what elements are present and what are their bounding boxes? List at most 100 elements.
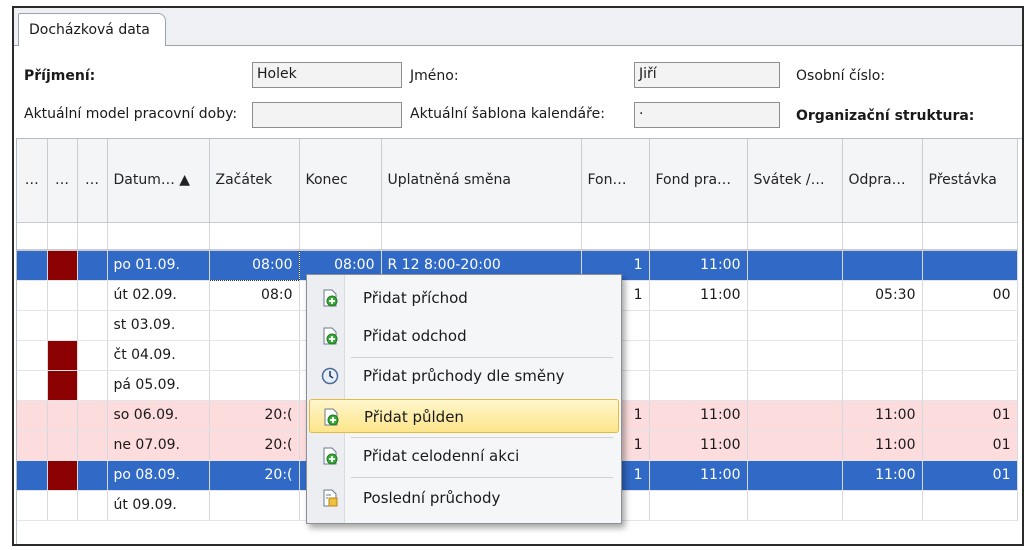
flag-cell[interactable] [77, 280, 108, 311]
column-header[interactable]: Datum… ▲ [107, 139, 210, 223]
fund-hours-cell[interactable] [649, 490, 748, 521]
menu-item[interactable]: Přidat průchody dle směny [309, 359, 619, 393]
flag-cell[interactable] [77, 430, 108, 461]
date-cell[interactable]: ne 07.09. [107, 430, 210, 461]
start-cell[interactable]: 08:0 [209, 280, 300, 311]
fund-hours-cell[interactable]: 11:00 [649, 400, 748, 431]
date-cell[interactable]: po 01.09. [107, 250, 210, 281]
marker-cell[interactable] [47, 430, 78, 461]
firstname-field[interactable]: Jiří [634, 62, 780, 88]
worked-cell[interactable] [842, 490, 923, 521]
marker-cell[interactable] [47, 310, 78, 341]
fund-hours-cell[interactable] [649, 370, 748, 401]
calendar-template-field[interactable]: · [634, 102, 780, 128]
flag-cell[interactable] [77, 340, 108, 371]
filter-cell[interactable] [747, 222, 843, 251]
worked-cell[interactable] [842, 370, 923, 401]
start-cell[interactable] [209, 370, 300, 401]
date-cell[interactable]: pá 05.09. [107, 370, 210, 401]
marker-cell[interactable] [47, 370, 78, 401]
state-cell[interactable] [17, 490, 48, 521]
date-cell[interactable]: po 08.09. [107, 460, 210, 491]
start-cell[interactable] [209, 340, 300, 371]
holiday-cell[interactable] [747, 310, 843, 341]
flag-cell[interactable] [77, 490, 108, 521]
filter-cell[interactable] [842, 222, 923, 251]
column-header[interactable]: Fond pra… [649, 139, 748, 223]
work-model-field[interactable] [252, 102, 402, 128]
worked-cell[interactable] [842, 340, 923, 371]
pause-cell[interactable] [922, 340, 1018, 371]
pause-cell[interactable]: 01 [922, 430, 1018, 461]
column-header[interactable]: Svátek /… [747, 139, 843, 223]
holiday-cell[interactable] [747, 400, 843, 431]
pause-cell[interactable] [922, 370, 1018, 401]
column-header[interactable]: Fon… [581, 139, 650, 223]
column-header[interactable]: … [17, 139, 48, 223]
column-header[interactable]: Konec [299, 139, 382, 223]
start-cell[interactable] [209, 490, 300, 521]
filter-cell[interactable] [649, 222, 748, 251]
pause-cell[interactable]: 01 [922, 460, 1018, 491]
holiday-cell[interactable] [747, 250, 843, 281]
flag-cell[interactable] [77, 250, 108, 281]
flag-cell[interactable] [77, 370, 108, 401]
filter-cell[interactable] [922, 222, 1018, 251]
menu-item[interactable]: Přidat odchod [309, 319, 619, 353]
filter-cell[interactable] [107, 222, 210, 251]
filter-row[interactable] [17, 222, 1018, 251]
worked-cell[interactable] [842, 310, 923, 341]
worked-cell[interactable]: 11:00 [842, 430, 923, 461]
filter-cell[interactable] [17, 222, 48, 251]
filter-cell[interactable] [381, 222, 582, 251]
column-header[interactable]: … [47, 139, 78, 223]
fund-hours-cell[interactable]: 11:00 [649, 460, 748, 491]
surname-field[interactable]: Holek [252, 62, 402, 88]
marker-cell[interactable] [47, 400, 78, 431]
column-header[interactable]: Uplatněná směna [381, 139, 582, 223]
state-cell[interactable] [17, 250, 48, 281]
holiday-cell[interactable] [747, 430, 843, 461]
fund-hours-cell[interactable]: 11:00 [649, 430, 748, 461]
state-cell[interactable] [17, 370, 48, 401]
pause-cell[interactable]: 00 [922, 280, 1018, 311]
start-cell[interactable]: 08:00 [208, 249, 300, 281]
menu-item[interactable]: Přidat příchod [309, 281, 619, 315]
holiday-cell[interactable] [747, 340, 843, 371]
start-cell[interactable]: 20:( [209, 400, 300, 431]
filter-cell[interactable] [47, 222, 78, 251]
tab-attendance-data[interactable]: Docházková data [18, 13, 166, 47]
holiday-cell[interactable] [747, 460, 843, 491]
pause-cell[interactable] [922, 250, 1018, 281]
marker-cell[interactable] [47, 490, 78, 521]
state-cell[interactable] [17, 310, 48, 341]
date-cell[interactable]: út 02.09. [107, 280, 210, 311]
worked-cell[interactable]: 11:00 [842, 460, 923, 491]
worked-cell[interactable] [842, 250, 923, 281]
marker-cell[interactable] [47, 340, 78, 371]
date-cell[interactable]: so 06.09. [107, 400, 210, 431]
state-cell[interactable] [17, 430, 48, 461]
holiday-cell[interactable] [747, 370, 843, 401]
flag-cell[interactable] [77, 310, 108, 341]
filter-cell[interactable] [581, 222, 650, 251]
worked-cell[interactable]: 05:30 [842, 280, 923, 311]
start-cell[interactable]: 20:( [209, 430, 300, 461]
holiday-cell[interactable] [747, 280, 843, 311]
worked-cell[interactable]: 11:00 [842, 400, 923, 431]
menu-item[interactable]: Přidat celodenní akci [309, 439, 619, 473]
date-cell[interactable]: st 03.09. [107, 310, 210, 341]
pause-cell[interactable]: 01 [922, 400, 1018, 431]
pause-cell[interactable] [922, 490, 1018, 521]
state-cell[interactable] [17, 340, 48, 371]
flag-cell[interactable] [77, 460, 108, 491]
start-cell[interactable]: 20:( [209, 460, 300, 491]
marker-cell[interactable] [47, 250, 78, 281]
flag-cell[interactable] [77, 400, 108, 431]
fund-hours-cell[interactable]: 11:00 [649, 280, 748, 311]
state-cell[interactable] [17, 400, 48, 431]
date-cell[interactable]: út 09.09. [107, 490, 210, 521]
state-cell[interactable] [17, 460, 48, 491]
filter-cell[interactable] [209, 222, 300, 251]
state-cell[interactable] [17, 280, 48, 311]
